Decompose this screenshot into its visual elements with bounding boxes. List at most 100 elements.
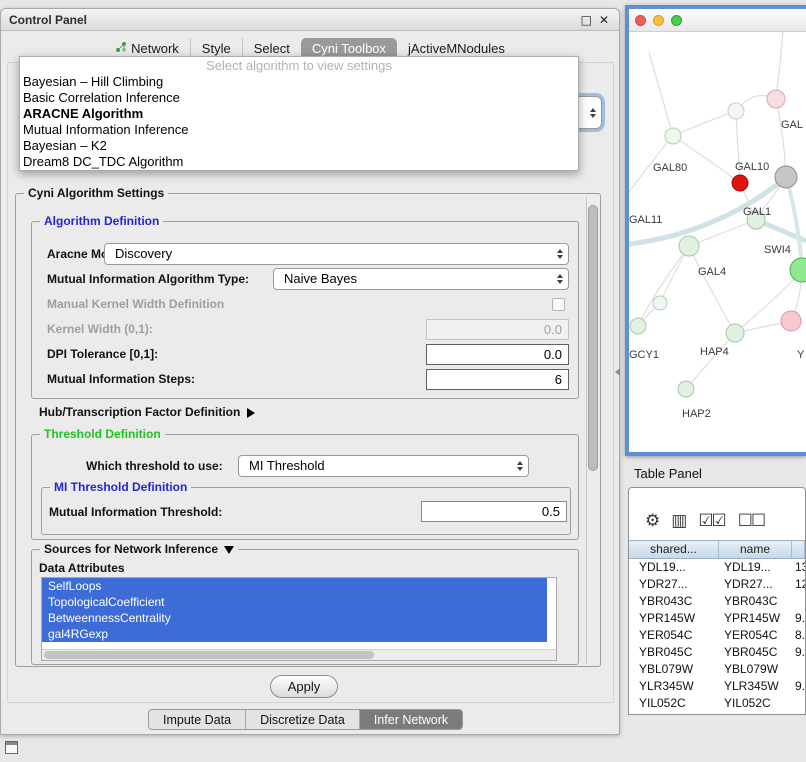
- kernel-width-field[interactable]: 0.0: [426, 319, 569, 340]
- network-node[interactable]: [732, 175, 748, 191]
- table-row[interactable]: YER054CYER054C8.: [629, 627, 805, 644]
- algorithm-option-list: Bayesian – Hill ClimbingBasic Correlatio…: [20, 74, 578, 170]
- algorithm-option[interactable]: Basic Correlation Inference: [20, 90, 578, 106]
- settings-scrollbar[interactable]: [586, 197, 599, 663]
- column-header[interactable]: [792, 541, 805, 558]
- table-row[interactable]: YBR043CYBR043C: [629, 593, 805, 610]
- table-row[interactable]: YLR345WYLR345W9.: [629, 678, 805, 695]
- data-attributes-list[interactable]: SelfLoopsTopologicalCoefficientBetweenne…: [41, 577, 557, 661]
- float-window-button[interactable]: □: [581, 13, 592, 27]
- table-body: YDL19...YDL19...13YDR27...YDR27...12YBR0…: [629, 559, 805, 714]
- list-horizontal-scrollbar[interactable]: [42, 649, 556, 660]
- network-edge[interactable]: [673, 136, 740, 183]
- close-traffic-light[interactable]: [635, 15, 646, 26]
- table-toolbar: ⚙ ▥ ☑☑ ☐☐: [629, 488, 805, 540]
- network-edge[interactable]: [776, 99, 786, 177]
- algorithm-option[interactable]: Dream8 DC_TDC Algorithm: [20, 154, 578, 170]
- table-cell: YDL19...: [629, 559, 719, 576]
- network-node[interactable]: [781, 311, 801, 331]
- hub-definition-expander[interactable]: Hub/Transcription Factor Definition: [39, 405, 255, 420]
- column-header[interactable]: name: [719, 541, 792, 558]
- attribute-item[interactable]: SelfLoops: [42, 578, 547, 594]
- column-header[interactable]: shared...: [629, 541, 719, 558]
- table-header-row: shared...name: [629, 540, 805, 559]
- tab-discretize-data[interactable]: Discretize Data: [245, 710, 359, 729]
- algorithm-option[interactable]: ARACNE Algorithm: [20, 106, 578, 122]
- network-edge[interactable]: [776, 32, 783, 99]
- attribute-item[interactable]: gal4RGexp: [42, 626, 547, 642]
- table-panel-window: ⚙▥☑☑☐☐ shared...name YDL19...YDL19...13Y…: [628, 487, 806, 715]
- mi-algorithm-type-select[interactable]: Naive Bayes: [273, 268, 569, 290]
- table-cell: YIL052C: [629, 695, 719, 712]
- mi-steps-field[interactable]: 6: [426, 369, 569, 390]
- network-node[interactable]: [679, 236, 699, 256]
- network-window-titlebar[interactable]: [629, 9, 806, 32]
- network-node[interactable]: [726, 324, 744, 342]
- network-node[interactable]: [630, 318, 646, 334]
- network-node[interactable]: [665, 128, 681, 144]
- tab-infer-network[interactable]: Infer Network: [359, 710, 462, 729]
- scrollbar-thumb[interactable]: [588, 205, 598, 471]
- network-node[interactable]: [728, 103, 744, 119]
- network-edge[interactable]: [673, 111, 736, 136]
- network-node[interactable]: [775, 166, 797, 188]
- network-canvas[interactable]: GAL80GAL10GAL11GAL1SWI4GAL4GCY1HAP4HAP2G…: [629, 32, 806, 452]
- network-edge[interactable]: [686, 333, 735, 389]
- mi-threshold-field[interactable]: 0.5: [421, 501, 567, 522]
- table-cell: YLR345W: [719, 678, 792, 695]
- network-canvas-svg: GAL80GAL10GAL11GAL1SWI4GAL4GCY1HAP4HAP2G…: [629, 32, 806, 452]
- sources-group-expander[interactable]: Sources for Network Inference: [40, 542, 238, 557]
- network-edge[interactable]: [689, 220, 756, 246]
- close-window-button[interactable]: ✕: [599, 13, 609, 27]
- combo-arrows-icon: [557, 274, 563, 284]
- manual-kernel-width-checkbox[interactable]: [552, 298, 565, 311]
- deselect-all-icon[interactable]: ☐☐: [738, 511, 764, 531]
- attribute-item[interactable]: TopologicalCoefficient: [42, 594, 547, 610]
- columns-icon[interactable]: ▥: [671, 511, 685, 531]
- table-cell: YDR27...: [719, 576, 792, 593]
- minimize-traffic-light[interactable]: [653, 15, 664, 26]
- tab-impute-data[interactable]: Impute Data: [149, 710, 245, 729]
- table-cell: YPR145W: [629, 610, 719, 627]
- network-edge[interactable]: [638, 246, 689, 326]
- network-edge[interactable]: [786, 177, 802, 270]
- network-edge[interactable]: [689, 246, 735, 333]
- network-node[interactable]: [767, 90, 785, 108]
- algorithm-option[interactable]: Mutual Information Inference: [20, 122, 578, 138]
- network-node[interactable]: [790, 258, 806, 282]
- network-tab-icon: [115, 41, 127, 56]
- table-row[interactable]: YDR27...YDR27...12: [629, 576, 805, 593]
- zoom-traffic-light[interactable]: [671, 15, 682, 26]
- network-edge[interactable]: [649, 52, 673, 136]
- sources-group-title: Sources for Network Inference: [44, 542, 218, 556]
- table-row[interactable]: YDL19...YDL19...13: [629, 559, 805, 576]
- aracne-mode-select[interactable]: Discovery: [104, 243, 569, 265]
- table-cell: [792, 593, 805, 610]
- control-panel-titlebar[interactable]: Control Panel □ ✕: [1, 9, 619, 31]
- algorithm-definition-title: Algorithm Definition: [40, 214, 163, 229]
- algorithm-option[interactable]: Bayesian – K2: [20, 138, 578, 154]
- table-row[interactable]: YBR045CYBR045C9.: [629, 644, 805, 661]
- hub-definition-label: Hub/Transcription Factor Definition: [39, 405, 240, 419]
- network-node[interactable]: [653, 296, 667, 310]
- network-node[interactable]: [678, 381, 694, 397]
- attribute-item[interactable]: BetweennessCentrality: [42, 610, 547, 626]
- node-label: GAL: [781, 119, 803, 131]
- table-row[interactable]: YBL079WYBL079W: [629, 661, 805, 678]
- dpi-tolerance-field[interactable]: 0.0: [426, 344, 569, 365]
- table-cell: YER054C: [629, 627, 719, 644]
- panel-collapse-arrow[interactable]: [615, 368, 620, 376]
- select-all-icon[interactable]: ☑☑: [698, 511, 724, 531]
- table-row[interactable]: YPR145WYPR145W9.: [629, 610, 805, 627]
- table-row[interactable]: YIL052CYIL052C: [629, 695, 805, 712]
- settings-gear-icon[interactable]: ⚙: [645, 511, 658, 531]
- bottom-tab-bar: Impute Data Discretize Data Infer Networ…: [148, 709, 463, 730]
- algorithm-option[interactable]: Bayesian – Hill Climbing: [20, 74, 578, 90]
- apply-button[interactable]: Apply: [270, 675, 338, 698]
- table-cell: [792, 661, 805, 678]
- table-cell: YBR043C: [719, 593, 792, 610]
- aracne-mode-value: Discovery: [115, 244, 172, 264]
- minimized-window-icon[interactable]: [5, 741, 18, 754]
- which-threshold-select[interactable]: MI Threshold: [238, 455, 529, 477]
- scrollbar-thumb[interactable]: [44, 651, 374, 659]
